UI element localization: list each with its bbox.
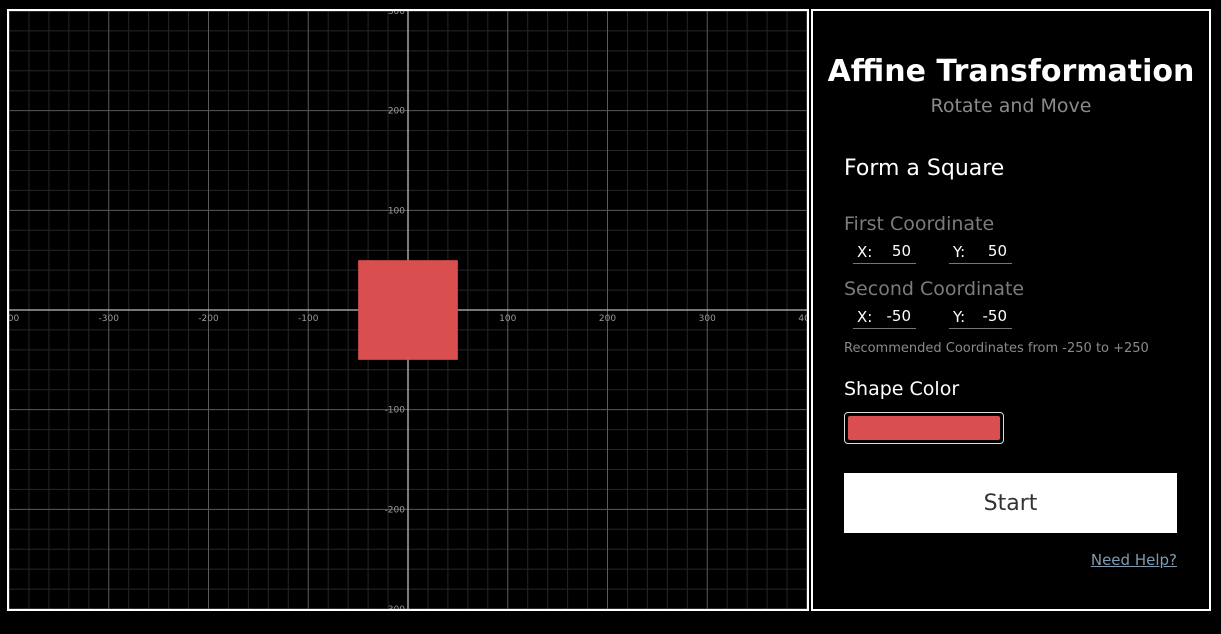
y-tick-label: -200	[385, 505, 406, 515]
coordinate-hint: Recommended Coordinates from -250 to +25…	[844, 341, 1149, 356]
x-tick-label: 100	[499, 314, 516, 324]
coordinate-canvas[interactable]: -400 -300 -200 -100 100 200 300 400 300 200 100 -10…	[7, 9, 809, 611]
first-y-input[interactable]	[971, 240, 1007, 262]
second-coordinate-label: Second Coordinate	[844, 278, 1025, 300]
form-title: Form a Square	[844, 156, 1005, 181]
start-button[interactable]: Start	[844, 473, 1177, 533]
x-tick-label: 400	[798, 314, 807, 324]
first-x-field[interactable]: X:	[853, 240, 916, 264]
y-tick-label: 200	[388, 107, 405, 117]
x-tick-label: -400	[9, 314, 19, 324]
second-x-label: X:	[857, 308, 873, 326]
x-tick-label: 200	[599, 314, 616, 324]
app-subtitle: Rotate and Move	[930, 95, 1092, 117]
y-tick-label: 300	[388, 11, 405, 17]
first-y-field[interactable]: Y:	[949, 240, 1012, 264]
second-x-input[interactable]	[875, 305, 911, 327]
need-help-link[interactable]: Need Help?	[1091, 551, 1177, 569]
second-x-field[interactable]: X:	[853, 305, 916, 329]
first-x-input[interactable]	[875, 240, 911, 262]
x-tick-label: -200	[198, 314, 219, 324]
second-y-input[interactable]	[971, 305, 1007, 327]
shape-color-swatch	[848, 416, 1000, 440]
y-tick-label: -300	[385, 605, 406, 609]
x-tick-label: -300	[99, 314, 120, 324]
app-title: Affine Transformation	[827, 54, 1195, 89]
second-y-field[interactable]: Y:	[949, 305, 1012, 329]
square-shape	[358, 260, 458, 360]
coordinate-plane: -400 -300 -200 -100 100 200 300 400 300 200 100 -10…	[9, 11, 807, 609]
shape-color-picker[interactable]	[844, 412, 1004, 444]
y-tick-label: 100	[388, 206, 405, 216]
x-tick-label: -100	[298, 314, 319, 324]
x-tick-label: 300	[699, 314, 716, 324]
shape-color-label: Shape Color	[844, 378, 960, 400]
second-y-label: Y:	[953, 308, 966, 326]
first-x-label: X:	[857, 243, 873, 261]
control-panel: Affine Transformation Rotate and Move Fo…	[811, 9, 1211, 611]
y-tick-label: -100	[385, 406, 406, 416]
first-y-label: Y:	[953, 243, 966, 261]
first-coordinate-label: First Coordinate	[844, 213, 995, 235]
